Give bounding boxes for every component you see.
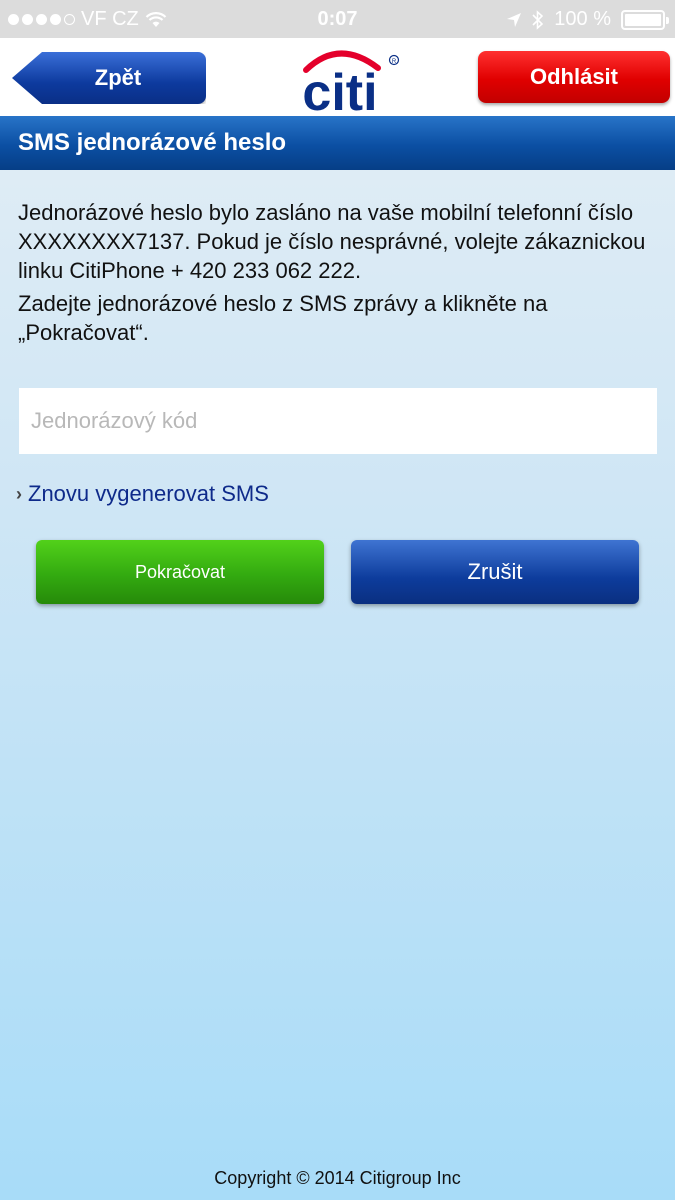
cancel-button[interactable]: Zrušit (351, 540, 639, 604)
app-header: Zpět citi R Odhlásit (0, 38, 675, 116)
battery-icon (621, 9, 669, 30)
logout-button-label: Odhlásit (529, 64, 618, 89)
chevron-right-icon: › (16, 483, 22, 504)
back-button-label: Zpět (94, 65, 142, 90)
bluetooth-icon (532, 9, 544, 30)
otp-info-text: Jednorázové heslo bylo zasláno na vaše m… (18, 200, 646, 283)
location-arrow-icon (507, 12, 522, 27)
svg-text:citi: citi (302, 64, 377, 114)
back-button[interactable]: Zpět (12, 52, 206, 104)
resend-sms-link[interactable]: Znovu vygenerovat SMS (28, 481, 269, 507)
citi-logo: citi R (302, 50, 400, 114)
content-text: Jednorázové heslo bylo zasláno na vaše m… (18, 198, 658, 351)
otp-instruction-text: Zadejte jednorázové heslo z SMS zprávy a… (18, 291, 548, 345)
battery-percent: 100 % (554, 8, 611, 30)
cancel-button-label: Zrušit (467, 559, 523, 584)
resend-sms[interactable]: › Znovu vygenerovat SMS (16, 481, 269, 507)
status-bar: VF CZ 0:07 100 % (0, 0, 675, 38)
status-bar-right: 100 % (506, 8, 669, 31)
battery-fill (625, 13, 661, 26)
page-title: SMS jednorázové heslo (18, 129, 287, 156)
continue-button[interactable]: Pokračovat (36, 540, 324, 604)
logout-button[interactable]: Odhlásit (478, 51, 670, 103)
copyright-footer: Copyright © 2014 Citigroup Inc (214, 1168, 461, 1188)
continue-button-label: Pokračovat (134, 561, 226, 582)
page-title-bar: SMS jednorázové heslo (0, 116, 675, 170)
otp-code-input[interactable] (19, 388, 657, 454)
svg-text:R: R (392, 59, 397, 65)
